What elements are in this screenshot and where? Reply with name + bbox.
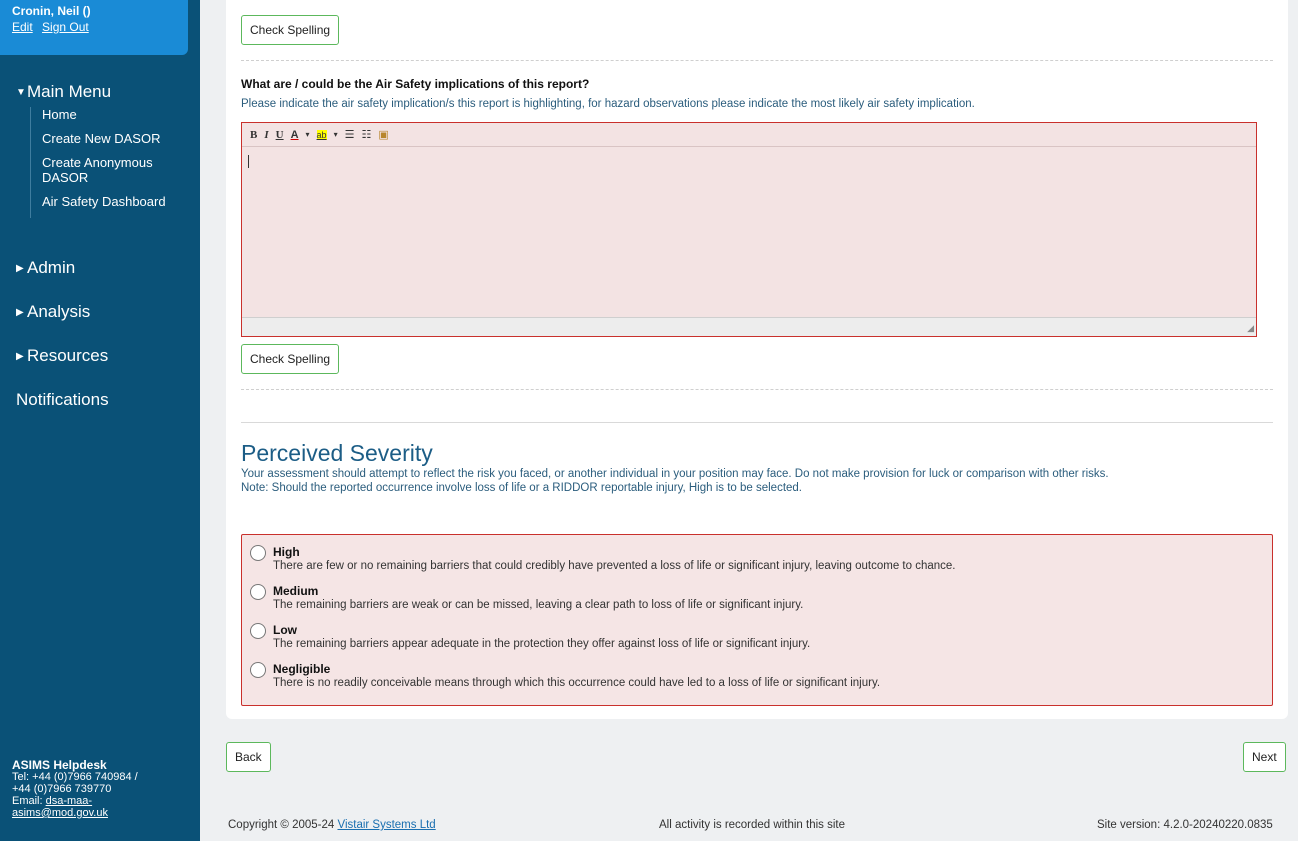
resize-handle-icon[interactable]: ◢ — [1247, 323, 1254, 334]
text-cursor — [248, 155, 249, 168]
main-menu-list: Home Create New DASOR Create Anonymous D… — [30, 107, 190, 218]
next-button[interactable]: Next — [1243, 742, 1286, 772]
radio-high[interactable] — [250, 545, 266, 561]
sidebar-item-air-safety-dashboard[interactable]: Air Safety Dashboard — [42, 194, 190, 209]
radio-medium[interactable] — [250, 584, 266, 600]
edit-profile-link[interactable]: Edit — [12, 20, 33, 34]
option-description: There is no readily conceivable means th… — [273, 677, 881, 689]
option-label: High — [273, 545, 300, 559]
section-divider — [241, 422, 1273, 423]
option-label: Medium — [273, 584, 319, 598]
underline-icon[interactable]: U — [276, 129, 284, 141]
helpdesk-tel2: +44 (0)7966 739770 — [12, 783, 112, 795]
sidebar-item-create-new-dasor[interactable]: Create New DASOR — [42, 131, 190, 146]
expanded-triangle-icon: ▼ — [16, 87, 26, 99]
rich-text-editor: B I U A ▾ ab ▾ ☰ ☷ ▣ ◢ — [241, 122, 1257, 337]
severity-options: High There are few or no remaining barri… — [241, 534, 1273, 706]
analysis-menu-toggle[interactable]: ▶ Analysis — [16, 302, 90, 322]
main-menu-label: Main Menu — [27, 82, 112, 101]
question-help: Please indicate the air safety implicati… — [241, 98, 975, 110]
option-description: The remaining barriers are weak or can b… — [273, 599, 804, 611]
user-name: Cronin, Neil () — [12, 4, 91, 18]
check-spelling-button-top[interactable]: Check Spelling — [241, 15, 340, 45]
sidebar-item-home[interactable]: Home — [42, 107, 190, 122]
collapsed-triangle-icon: ▶ — [16, 263, 24, 275]
copyright-text: Copyright © 2005-24 — [228, 819, 338, 831]
option-description: There are few or no remaining barriers t… — [273, 560, 956, 572]
collapsed-triangle-icon: ▶ — [16, 351, 24, 363]
radio-negligible[interactable] — [250, 662, 266, 678]
divider — [241, 389, 1273, 390]
back-button[interactable]: Back — [226, 742, 271, 772]
italic-icon[interactable]: I — [264, 129, 268, 141]
site-version: Site version: 4.2.0-20240220.0835 — [1097, 819, 1273, 831]
resources-menu-toggle[interactable]: ▶ Resources — [16, 346, 108, 366]
sidebar: Cronin, Neil () Edit Sign Out ▼Main Menu… — [0, 0, 200, 841]
company-link[interactable]: Vistair Systems Ltd — [337, 819, 435, 831]
option-label: Negligible — [273, 662, 331, 676]
helpdesk-info: ASIMS Helpdesk Tel: +44 (0)7966 740984 /… — [12, 759, 197, 819]
bold-icon[interactable]: B — [250, 129, 257, 141]
editor-status-bar: ◢ — [242, 317, 1256, 336]
radio-low[interactable] — [250, 623, 266, 639]
helpdesk-tel1: Tel: +44 (0)7966 740984 / — [12, 771, 138, 783]
dropdown-arrow-icon[interactable]: ▾ — [334, 130, 338, 139]
sign-out-link[interactable]: Sign Out — [42, 20, 89, 34]
bulleted-list-icon[interactable]: ☰ — [345, 128, 355, 141]
collapsed-triangle-icon: ▶ — [16, 307, 24, 319]
activity-notice: All activity is recorded within this sit… — [659, 819, 845, 831]
main-menu-toggle[interactable]: ▼Main Menu — [16, 82, 111, 102]
sidebar-item-create-anonymous-dasor[interactable]: Create Anonymous DASOR — [42, 155, 190, 185]
user-box: Cronin, Neil () Edit Sign Out — [0, 0, 188, 55]
resources-label: Resources — [27, 346, 109, 365]
analysis-label: Analysis — [27, 302, 91, 321]
paste-icon[interactable]: ▣ — [378, 128, 388, 141]
check-spelling-button[interactable]: Check Spelling — [241, 344, 340, 374]
dropdown-arrow-icon[interactable]: ▾ — [306, 130, 310, 139]
divider — [241, 60, 1273, 61]
copyright: Copyright © 2005-24 Vistair Systems Ltd — [228, 819, 436, 831]
severity-desc-line2: Note: Should the reported occurrence inv… — [241, 482, 803, 494]
editor-toolbar: B I U A ▾ ab ▾ ☰ ☷ ▣ — [242, 123, 1256, 147]
severity-desc-line1: Your assessment should attempt to reflec… — [241, 468, 1109, 480]
highlight-color-icon[interactable]: ab — [316, 129, 327, 140]
notifications-link[interactable]: Notifications — [16, 390, 109, 410]
numbered-list-icon[interactable]: ☷ — [361, 128, 371, 141]
admin-menu-toggle[interactable]: ▶ Admin — [16, 258, 75, 278]
helpdesk-email-link-cont[interactable]: asims@mod.gov.uk — [12, 807, 108, 819]
severity-title: Perceived Severity — [241, 440, 433, 466]
option-label: Low — [273, 623, 297, 637]
question-label: What are / could be the Air Safety impli… — [241, 77, 590, 91]
helpdesk-email-link[interactable]: dsa-maa- — [46, 795, 92, 807]
admin-label: Admin — [27, 258, 76, 277]
option-description: The remaining barriers appear adequate i… — [273, 638, 811, 650]
helpdesk-title: ASIMS Helpdesk — [12, 758, 107, 772]
font-color-icon[interactable]: A — [291, 129, 299, 141]
severity-description: Your assessment should attempt to reflec… — [241, 467, 1281, 495]
helpdesk-email-label: Email: — [12, 795, 43, 807]
editor-text-area[interactable] — [242, 147, 1256, 317]
